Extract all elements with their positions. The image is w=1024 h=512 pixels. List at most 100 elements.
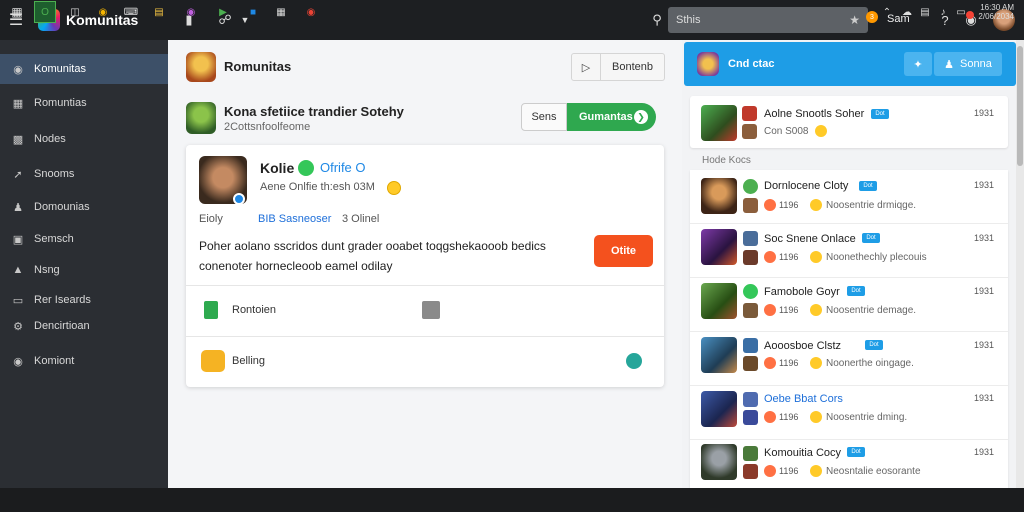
list-item-title: Soc Snene Onlace (764, 233, 856, 245)
list-item-mini-icon (743, 410, 758, 425)
list-item-thumb (701, 337, 737, 373)
sidebar-item-label: Dencirtioan (34, 320, 90, 332)
list-item-time: 1931 (974, 340, 995, 350)
sidebar-item-komunitas[interactable]: ◉ Komunitas (0, 54, 168, 84)
sidebar-item-dencirtioan[interactable]: ⚙ Dencirtioan (0, 311, 168, 341)
share-icon[interactable] (626, 353, 642, 369)
battery-icon[interactable]: ▭ (952, 3, 970, 21)
panel-action-button[interactable]: ♟ Sonna (934, 52, 1002, 76)
list-item-thumb (701, 283, 737, 319)
windows-start-icon[interactable]: ▦ (8, 3, 26, 21)
post-online-count: 3 Olinel (342, 213, 380, 225)
folder-icon[interactable]: ▤ (150, 3, 168, 21)
browser-icon[interactable]: ◉ (94, 3, 112, 21)
card-row-label[interactable]: Belling (232, 355, 265, 367)
globe-icon: ◉ (13, 355, 23, 368)
post-cta-button[interactable]: Otite (594, 235, 653, 267)
list-item-mini-icon (743, 284, 758, 299)
post-link[interactable]: BIB Sasneoser (258, 213, 331, 225)
sidebar-item-domounias[interactable]: ♟ Domounias (0, 192, 168, 222)
sidebar-item-label: Romuntias (34, 97, 87, 109)
list-item-count: 1196 (779, 305, 799, 315)
community-game-icon (186, 52, 216, 82)
post-author-name[interactable]: Kolie (260, 160, 294, 176)
coin-icon (764, 251, 776, 263)
clock-date: 2/06/2034 (978, 12, 1014, 21)
pin-icon[interactable]: ✦ (904, 52, 932, 76)
chevron-up-icon[interactable]: ⌃ (878, 3, 896, 21)
list-item-tag: Dot (865, 340, 883, 350)
gamepad-icon (201, 350, 225, 372)
sidebar-item-semsch[interactable]: ▣ Semsch (0, 224, 168, 254)
sidebar-item-romuntias[interactable]: ▦ Romuntias (0, 88, 168, 118)
star-icon[interactable]: ★ (849, 13, 860, 27)
video-icon[interactable]: ▷ (571, 53, 601, 81)
terminal-icon[interactable]: ⌨ (122, 3, 140, 21)
list-item-time: 1931 (974, 447, 995, 457)
list-item-mini-icon (743, 356, 758, 371)
pinned-sub: Con S008 (764, 126, 809, 137)
list-item-time: 1931 (974, 180, 995, 190)
search-box[interactable]: ★ (668, 7, 868, 33)
emoji-icon (810, 465, 822, 477)
scrollbar[interactable] (1016, 40, 1024, 488)
coin-icon (764, 199, 776, 211)
emoji-icon (810, 357, 822, 369)
list-item-mini-icon (743, 198, 758, 213)
search-input[interactable] (676, 14, 836, 26)
file-icon[interactable] (422, 301, 440, 319)
panel-title: Cnd ctac (728, 58, 775, 70)
gamepad-icon[interactable]: ▶ (214, 3, 232, 21)
card-row-label[interactable]: Rontoien (232, 304, 276, 316)
sidebar-item-nodes[interactable]: ▩ Nodes (0, 124, 168, 154)
section-label: Hode Kocs (702, 155, 751, 166)
list-item-sub: Noosentrie dming. (826, 412, 908, 423)
list-item-sub: Noonethechly plecouis (826, 252, 927, 263)
sidebar-item-nsng[interactable]: ▲ Nsng (0, 255, 168, 285)
divider (186, 336, 664, 337)
volume-icon[interactable]: ♪ (934, 3, 952, 21)
online-status-icon (298, 160, 314, 176)
list-item-tag: Dot (859, 181, 877, 191)
join-button-label: Gumantas (579, 111, 633, 123)
header-action-button[interactable]: Bontenb (601, 53, 665, 81)
list-item-thumb (701, 178, 737, 214)
coin-icon (764, 357, 776, 369)
post-status-line: Aene Onlfie th:esh 03M (260, 181, 375, 193)
pinned-time: 1931 (974, 108, 995, 118)
list-item-mini-icon (743, 231, 758, 246)
user-icon: ♟ (944, 58, 955, 71)
scrollbar-thumb[interactable] (1017, 46, 1023, 166)
clock-time: 16:30 AM (980, 3, 1014, 12)
pinned-item[interactable] (690, 96, 1008, 148)
page-title: Romunitas (224, 59, 292, 74)
media-icon[interactable]: ◉ (182, 3, 200, 21)
emoji-icon (810, 251, 822, 263)
list-item[interactable] (690, 170, 1008, 224)
clock[interactable]: 16:30 AM 2/06/2034 (970, 3, 1014, 21)
list-item-count: 1196 (779, 412, 799, 422)
sidebar-item-label: Nsng (34, 264, 60, 276)
sidebar-item-snooms[interactable]: ➚ Snooms (0, 159, 168, 189)
list-item-thumb (701, 444, 737, 480)
taskbar (0, 488, 1024, 512)
list-item-sub: Noonerthe oingage. (826, 358, 914, 369)
store-icon[interactable]: ■ (244, 3, 262, 21)
sidebar-item-label: Domounias (34, 201, 90, 213)
task-view-icon[interactable]: ◫ (66, 3, 84, 21)
coin-icon (764, 411, 776, 423)
chrome-icon[interactable]: ◉ (302, 3, 320, 21)
calculator-icon[interactable]: ▦ (272, 3, 290, 21)
document-icon (204, 301, 218, 319)
post-status: Ofrife O (320, 160, 366, 175)
community-meta: 2Cottsnfoolfeome (224, 121, 311, 133)
app-icon[interactable]: O (34, 1, 56, 23)
pin-icon: ➚ (13, 168, 23, 181)
join-button[interactable]: Gumantas ❯ (567, 103, 656, 131)
secondary-button[interactable]: Sens (521, 103, 567, 131)
sidebar-item-komiont[interactable]: ◉ Komiont (0, 346, 168, 376)
settings-icon: ⚙ (13, 320, 23, 333)
cloud-icon[interactable]: ☁ (898, 3, 916, 21)
search-icon[interactable]: ⚲ (644, 7, 670, 33)
network-icon[interactable]: ▤ (916, 3, 934, 21)
